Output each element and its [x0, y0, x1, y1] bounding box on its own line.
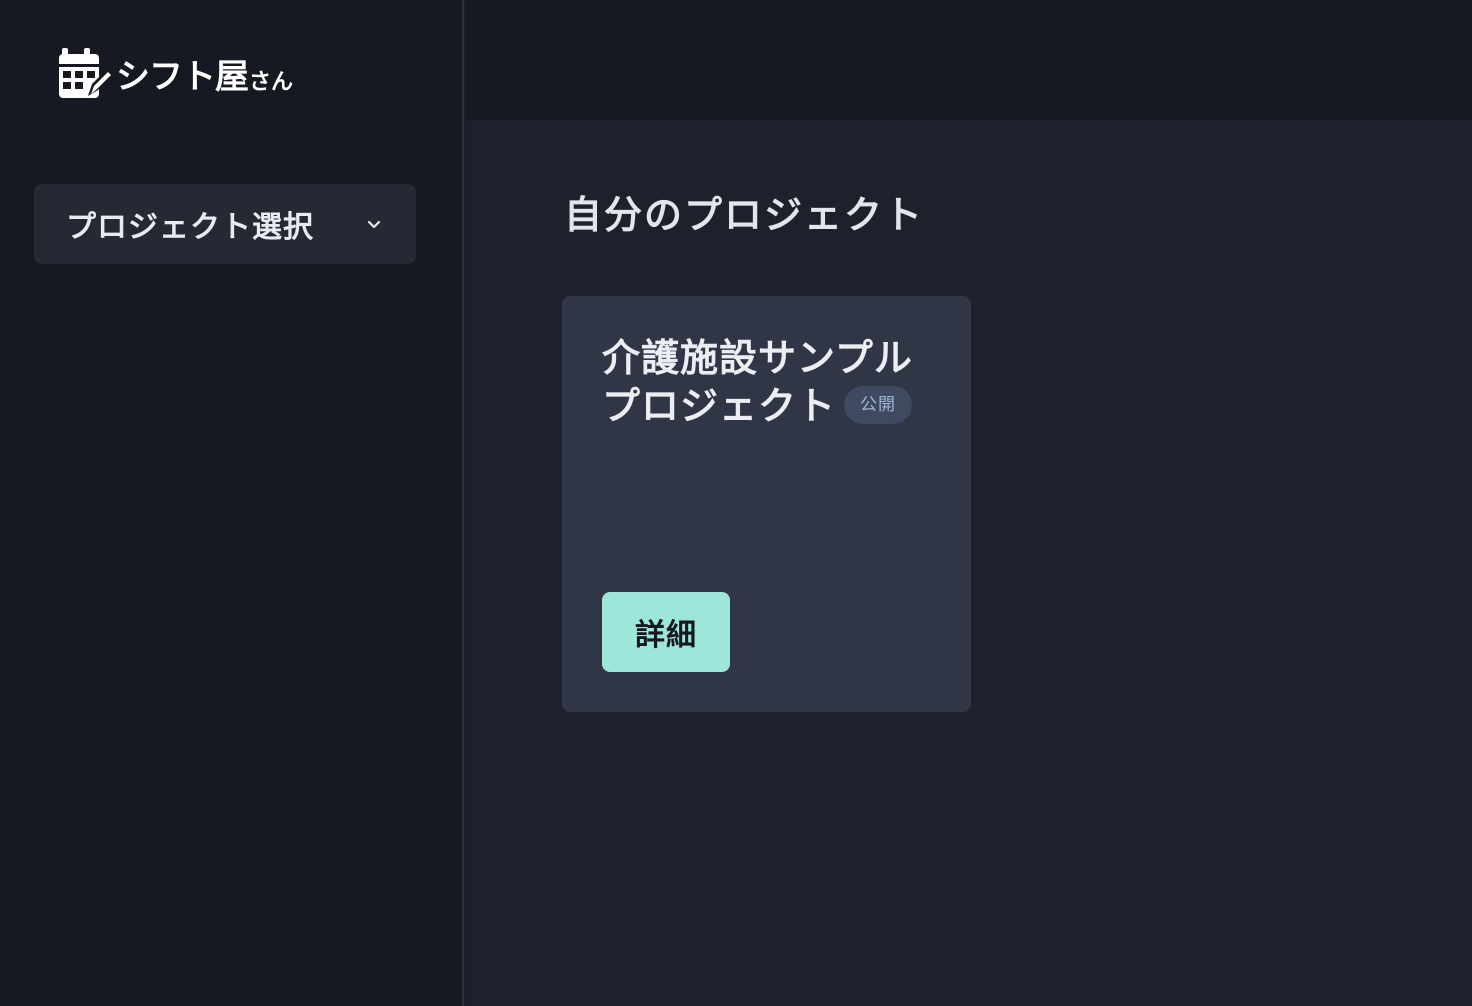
main-content: 自分のプロジェクト 介護施設サンプル プロジェクト 公開 詳細 — [466, 120, 1472, 1006]
calendar-edit-icon — [59, 48, 114, 98]
project-title-line-1: 介護施設サンプル — [602, 336, 913, 380]
project-select-label: プロジェクト選択 — [66, 210, 314, 245]
project-card-title: 介護施設サンプル プロジェクト 公開 — [602, 334, 942, 430]
logo-text: シフト屋 — [116, 57, 249, 97]
project-title-line-2-wrap: プロジェクト 公開 — [602, 382, 942, 430]
sidebar: シフト屋 さん プロジェクト選択 — [0, 0, 464, 1006]
chevron-down-icon — [367, 220, 381, 229]
project-select-dropdown[interactable]: プロジェクト選択 — [34, 184, 416, 264]
project-card: 介護施設サンプル プロジェクト 公開 詳細 — [562, 296, 971, 712]
detail-button[interactable]: 詳細 — [602, 592, 730, 672]
project-title-line-2: プロジェクト — [602, 384, 837, 428]
visibility-badge: 公開 — [844, 385, 913, 424]
top-bar — [466, 0, 1472, 120]
page-title: 自分のプロジェクト — [564, 193, 925, 237]
logo-suffix: さん — [249, 70, 294, 95]
app-logo[interactable]: シフト屋 さん — [58, 44, 293, 100]
